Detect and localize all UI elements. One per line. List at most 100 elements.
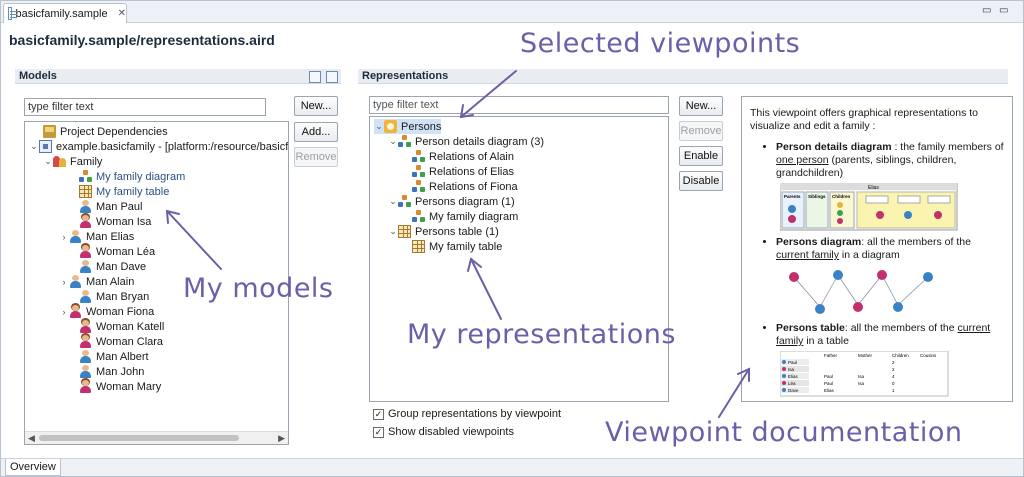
tree-item[interactable]: ⌄ example.basicfamily - [platform:/resour… [29, 139, 288, 154]
tree-item[interactable]: Man Bryan [69, 289, 149, 304]
overview-tab[interactable]: Overview [5, 459, 61, 476]
expand-arrow-icon[interactable]: › [59, 277, 69, 287]
models-add-button[interactable]: Add... [294, 122, 338, 142]
scroll-left-icon[interactable]: ◀ [28, 432, 35, 444]
minimize-icon[interactable]: ▭ [982, 5, 991, 16]
scrollbar-thumb[interactable] [39, 435, 239, 441]
representations-new-button[interactable]: New... [679, 96, 723, 116]
expand-arrow-icon[interactable]: ⌄ [388, 226, 398, 237]
models-remove-button[interactable]: Remove [294, 147, 338, 167]
group-by-viewpoint-checkbox[interactable]: ✓ Group representations by viewpoint [373, 408, 561, 420]
checkbox-box[interactable]: ✓ [373, 426, 384, 438]
tree-item-label: Man Albert [96, 350, 149, 363]
expand-arrow-icon[interactable]: ⌄ [43, 156, 53, 167]
doc-list: Person details diagram : the family memb… [776, 141, 1004, 397]
representations-tree[interactable]: ⌄ Persons ⌄ Person details diagram (3) Relat… [369, 116, 669, 402]
tree-item[interactable]: Relations of Fiona [402, 179, 518, 194]
tree-item[interactable]: Woman Mary [69, 379, 161, 394]
diagram-icon [79, 170, 92, 183]
thumb-table-cell: Paul [824, 374, 833, 379]
close-icon[interactable]: ✕ [118, 8, 126, 19]
tree-item[interactable]: ⌄ Persons diagram (1) [388, 194, 515, 209]
doc-item-person-details: Person details diagram : the family memb… [776, 141, 1004, 231]
thumb-col: Siblings [808, 194, 826, 199]
expand-arrow-icon[interactable]: › [59, 307, 69, 317]
tree-item-label: Woman Fiona [86, 305, 155, 318]
tree-item-label: Persons diagram (1) [415, 195, 515, 208]
tree-item[interactable]: ⌄ Person details diagram (3) [388, 134, 544, 149]
tree-item[interactable]: Woman Clara [69, 334, 163, 349]
link-with-editor-icon[interactable] [326, 71, 338, 83]
expand-arrow-icon[interactable]: ⌄ [374, 121, 384, 132]
tree-item[interactable]: Relations of Alain [402, 149, 514, 164]
tree-item[interactable]: My family table [402, 239, 502, 254]
tree-item-label: Person details diagram (3) [415, 135, 545, 148]
checkbox-box[interactable]: ✓ [373, 408, 384, 420]
doc-item-underline: one person [776, 154, 829, 166]
tree-item[interactable]: Man Albert [69, 349, 149, 364]
scroll-right-icon[interactable]: ▶ [278, 432, 285, 444]
tree-item-label: Man Dave [96, 260, 147, 273]
horizontal-scrollbar[interactable]: ◀ ▶ [25, 431, 288, 444]
thumb-table-header: Cousins [920, 353, 937, 358]
tree-item[interactable]: Man Paul [69, 199, 142, 214]
thumb-table-cell: Isa [858, 374, 865, 379]
expand-arrow-icon[interactable]: ⌄ [388, 196, 398, 207]
family-icon [53, 155, 66, 168]
annotation-my-representations: My representations [407, 319, 676, 350]
tree-item[interactable]: Man John [69, 364, 144, 379]
tree-item-label: My family diagram [96, 170, 186, 183]
expand-arrow-icon[interactable]: ⌄ [388, 136, 398, 147]
thumb-table-cell: Dave [788, 388, 799, 393]
tree-item[interactable]: › Man Alain [59, 274, 134, 289]
woman-icon [79, 380, 92, 393]
diagram-icon [412, 150, 425, 163]
tree-item[interactable]: ⌄ Family [43, 154, 102, 169]
doc-item-persons-table: Persons table: all the members of the cu… [776, 322, 1004, 397]
tree-item-label: Relations of Alain [429, 150, 514, 163]
expand-arrow-icon[interactable]: › [59, 232, 69, 242]
editor-tab[interactable]: basicfamily.sample ✕ [3, 3, 127, 23]
tree-item[interactable]: Woman Léa [69, 244, 155, 259]
thumb-col: Children [832, 194, 851, 199]
disable-button[interactable]: Disable [679, 171, 723, 191]
representations-remove-button[interactable]: Remove [679, 121, 723, 141]
thumb-col: Parents [784, 194, 801, 199]
diagram-icon [412, 165, 425, 178]
representations-filter-input[interactable]: type filter text [369, 96, 669, 114]
tree-item[interactable]: › Woman Fiona [59, 304, 154, 319]
tree-item[interactable]: Relations of Elias [402, 164, 514, 179]
tree-item[interactable]: ⌄ Persons table (1) [388, 224, 499, 239]
tree-item[interactable]: My family diagram [402, 209, 518, 224]
representations-section-header: Representations [358, 69, 1008, 84]
tree-item[interactable]: ⌄ Persons [374, 119, 442, 134]
show-disabled-viewpoints-checkbox[interactable]: ✓ Show disabled viewpoints [373, 426, 514, 438]
tree-item[interactable]: My family table [69, 184, 169, 199]
enable-button[interactable]: Enable [679, 146, 723, 166]
tree-item[interactable]: › Man Elias [59, 229, 134, 244]
tree-item-label: My family table [429, 240, 503, 253]
thumb-table-cell: Isa [858, 381, 865, 386]
tree-item-label: Man Elias [86, 230, 135, 243]
page-title: basicfamily.sample/representations.aird [9, 32, 275, 48]
diagram-icon [398, 135, 411, 148]
collapse-all-icon[interactable] [309, 71, 321, 83]
maximize-icon[interactable]: ▭ [999, 5, 1008, 16]
tree-item[interactable]: Woman Isa [69, 214, 151, 229]
models-filter-input[interactable]: type filter text [24, 98, 266, 116]
viewpoint-documentation-panel: This viewpoint offers graphical represen… [741, 96, 1013, 402]
doc-item-persons-diagram: Persons diagram: all the members of the … [776, 236, 1004, 317]
models-new-button[interactable]: New... [294, 96, 338, 116]
woman-icon [79, 335, 92, 348]
tree-item-label: Woman Isa [96, 215, 152, 228]
expand-arrow-icon[interactable]: ⌄ [29, 141, 39, 152]
tree-item[interactable]: Man Dave [69, 259, 146, 274]
tree-item[interactable]: Project Dependencies [33, 124, 168, 139]
checkbox-label: Show disabled viewpoints [388, 426, 514, 438]
doc-item-title: Person details diagram [776, 141, 892, 153]
tree-item[interactable]: Woman Katell [69, 319, 164, 334]
tree-item[interactable]: My family diagram [69, 169, 185, 184]
viewpoint-icon [384, 120, 397, 133]
tree-item-label: Man Paul [96, 200, 143, 213]
thumb-table-cell: Léa [788, 381, 796, 386]
